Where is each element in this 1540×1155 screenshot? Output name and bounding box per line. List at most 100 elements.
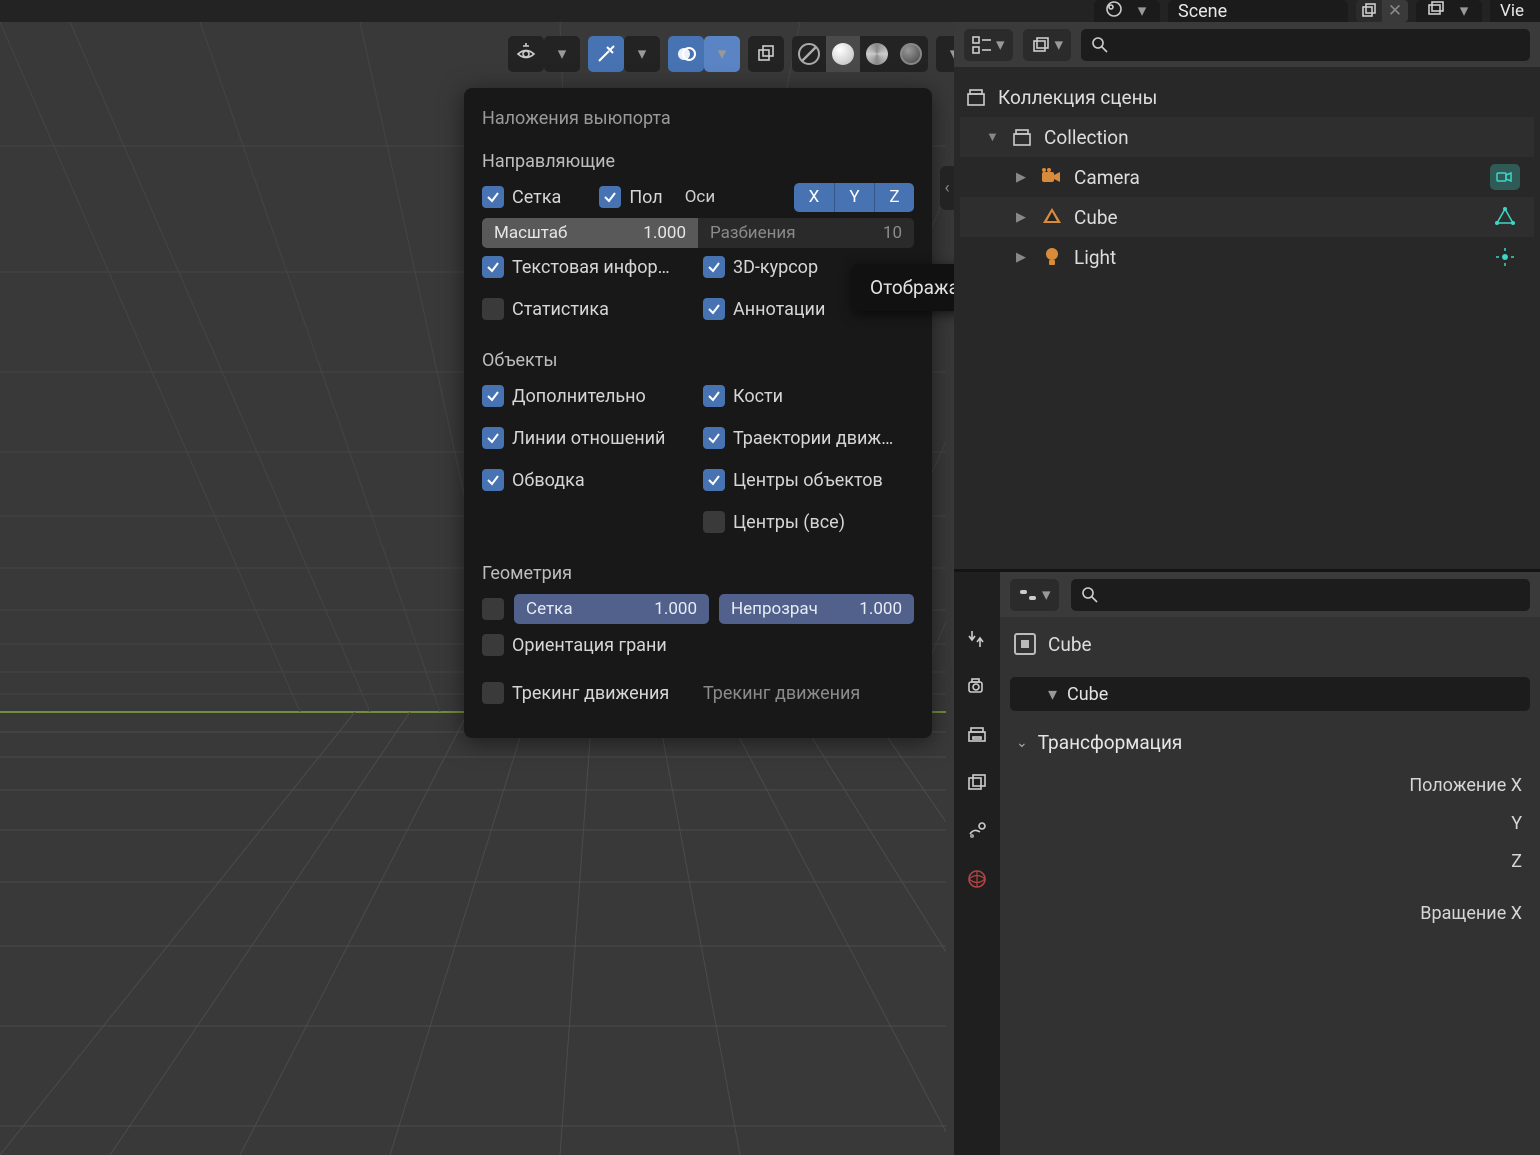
shading-wireframe[interactable] — [792, 36, 826, 72]
scene-name-field[interactable]: Scene — [1168, 0, 1348, 22]
view-layer-name: Vie — [1500, 1, 1524, 21]
label-motion-tracking: Трекинг движения — [512, 683, 669, 704]
checkbox-motion-tracking[interactable] — [482, 682, 504, 704]
tab-viewlayer[interactable] — [964, 770, 990, 796]
properties-tabs — [954, 572, 1000, 1155]
chevron-down-icon[interactable]: ▾ — [624, 36, 660, 72]
breadcrumb-label: Cube — [1048, 633, 1092, 656]
tree-item-cube[interactable]: ▶ Cube — [960, 197, 1534, 237]
delete-scene-button[interactable]: ✕ — [1382, 0, 1408, 22]
checkbox-bones[interactable] — [703, 385, 725, 407]
tab-tool[interactable] — [964, 626, 990, 652]
checkbox-statistics[interactable] — [482, 298, 504, 320]
search-icon — [1081, 586, 1099, 604]
scene-name: Scene — [1178, 1, 1227, 22]
transform-rows: Положение X Y Z Вращение X — [1000, 762, 1540, 936]
view-layer-field[interactable]: Vie — [1490, 0, 1540, 22]
tab-world[interactable] — [964, 866, 990, 892]
gizmo-toggle[interactable] — [588, 36, 624, 72]
grid-subdiv-field[interactable]: Разбиения 10 — [698, 218, 914, 248]
tab-scene[interactable] — [964, 818, 990, 844]
right-region: ‹ ▾ ▾ Коллекция сцены ▼ — [954, 22, 1540, 1155]
checkbox-origins-all[interactable] — [703, 511, 725, 533]
label-relations: Линии отношений — [512, 428, 665, 449]
checkbox-motion-paths[interactable] — [703, 427, 725, 449]
tree-scene-collection[interactable]: Коллекция сцены — [960, 77, 1534, 117]
overlays-popover: Наложения выюпорта Направляющие Сетка По… — [464, 88, 932, 738]
opacity-field[interactable]: Непрозрач 1.000 — [719, 594, 914, 624]
transform-panel-header[interactable]: ⌄ Трансформация — [1000, 717, 1540, 762]
tree-item-camera[interactable]: ▶ Camera — [960, 157, 1534, 197]
grid-scale-field[interactable]: Масштаб 1.000 — [482, 218, 698, 248]
tree-collection[interactable]: ▼ Collection — [960, 117, 1534, 157]
tree-item-light[interactable]: ▶ Light — [960, 237, 1534, 277]
rotation-x-row: Вращение X — [1000, 894, 1540, 932]
object-name-field[interactable]: ▾ Cube — [1010, 677, 1530, 711]
layers-icon — [1426, 0, 1446, 24]
checkbox-extras[interactable] — [482, 385, 504, 407]
disclosure-icon[interactable]: ▶ — [1016, 170, 1030, 185]
object-icon — [1014, 633, 1036, 655]
wireframe-field[interactable]: Сетка 1.000 — [514, 594, 709, 624]
checkbox-text-info[interactable] — [482, 256, 504, 278]
scene-dropdown[interactable]: ▾ — [1094, 0, 1160, 22]
label-axes: Оси — [685, 187, 715, 207]
search-icon — [1091, 36, 1109, 54]
disclosure-icon[interactable]: ▶ — [1016, 250, 1030, 265]
outliner-display-mode[interactable]: ▾ — [964, 29, 1013, 61]
checkbox-floor[interactable] — [599, 186, 621, 208]
overlays-toggle[interactable] — [668, 36, 704, 72]
shading-solid[interactable] — [826, 36, 860, 72]
camera-data-icon[interactable] — [1490, 164, 1520, 190]
view-layer-dropdown[interactable]: ▾ — [1416, 0, 1482, 22]
label-origins: Центры объектов — [733, 470, 883, 491]
axis-y-button[interactable]: Y — [834, 183, 874, 212]
label-3d-cursor: 3D-курсор — [733, 257, 818, 278]
popover-title: Наложения выюпорта — [482, 108, 914, 129]
new-scene-button[interactable] — [1356, 0, 1382, 22]
mesh-icon — [1040, 205, 1064, 229]
location-x-row: Положение X — [1000, 766, 1540, 804]
tab-render[interactable] — [964, 674, 990, 700]
section-objects: Объекты — [482, 350, 914, 371]
outliner-filter-button[interactable]: ▾ — [1023, 29, 1072, 61]
checkbox-face-orientation[interactable] — [482, 634, 504, 656]
properties-header: ▾ — [1000, 572, 1540, 617]
shading-rendered[interactable] — [894, 36, 928, 72]
outliner-panel: ‹ ▾ ▾ Коллекция сцены ▼ — [954, 22, 1540, 569]
checkbox-annotations[interactable] — [703, 298, 725, 320]
shading-material[interactable] — [860, 36, 894, 72]
object-icon — [1020, 685, 1038, 703]
checkbox-outline[interactable] — [482, 469, 504, 491]
checkbox-wireframe[interactable] — [482, 598, 504, 620]
light-icon — [1040, 245, 1064, 269]
chevron-down-icon: ▾ — [1456, 1, 1472, 21]
xray-toggle[interactable] — [748, 36, 784, 72]
region-collapse-handle[interactable]: ‹ — [940, 166, 954, 210]
overlays-dropdown-open[interactable]: ▾ — [704, 36, 740, 72]
axis-x-button[interactable]: X — [794, 183, 834, 212]
disclosure-icon[interactable]: ▶ — [1016, 210, 1030, 225]
properties-main: ▾ Cube ▾ Cube ⌄ Трансформация — [1000, 572, 1540, 1155]
checkbox-relations[interactable] — [482, 427, 504, 449]
mesh-data-icon[interactable] — [1490, 204, 1520, 230]
label-bones: Кости — [733, 386, 783, 407]
disclosure-icon[interactable]: ▼ — [986, 129, 1000, 145]
properties-search[interactable] — [1071, 579, 1530, 611]
outliner-search[interactable] — [1081, 29, 1530, 61]
tab-output[interactable] — [964, 722, 990, 748]
view-object-types-button[interactable] — [508, 36, 544, 72]
axis-z-button[interactable]: Z — [874, 183, 914, 212]
chevron-down-icon[interactable]: ▾ — [544, 36, 580, 72]
properties-type-dropdown[interactable]: ▾ — [1010, 579, 1059, 611]
collection-root-icon — [964, 85, 988, 109]
checkbox-3d-cursor[interactable] — [703, 256, 725, 278]
label-floor: Пол — [629, 187, 662, 208]
chevron-down-icon: ▾ — [1134, 1, 1150, 21]
light-data-icon[interactable] — [1490, 244, 1520, 270]
label-extras: Дополнительно — [512, 386, 646, 407]
label-statistics: Статистика — [512, 299, 609, 320]
checkbox-grid[interactable] — [482, 186, 504, 208]
checkbox-origins[interactable] — [703, 469, 725, 491]
label-motion-tracking-2: Трекинг движения — [703, 683, 860, 704]
